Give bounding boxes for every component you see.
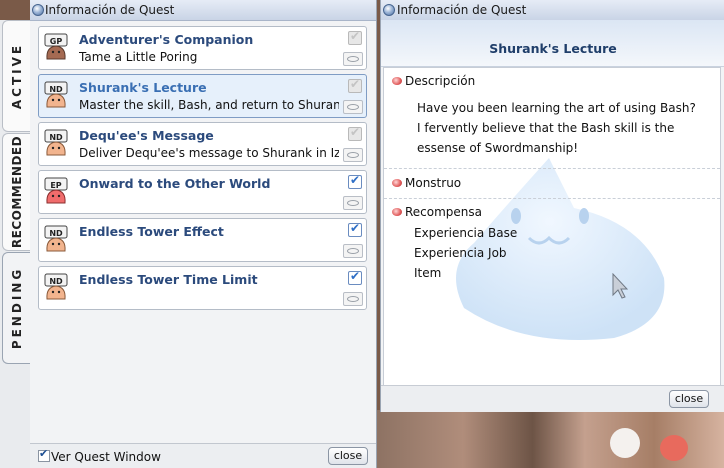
quest-icon-nd: ND [44,81,68,108]
svg-text:ND: ND [49,229,63,238]
divider [384,168,720,169]
view-eye-icon[interactable] [343,196,363,210]
monster-label: Monstruo [405,176,462,190]
detail-footer: close [381,385,724,412]
quest-item[interactable]: EP Onward to the Other World [38,170,367,214]
tab-recommended-label: RECOMMENDED [9,135,24,249]
close-button[interactable]: close [669,390,709,408]
quest-description: Tame a Little Poring [79,50,198,64]
tab-pending-label: PENDING [9,266,24,350]
quest-icon-ep: EP [44,177,68,204]
close-button[interactable]: close [328,447,368,465]
tab-active[interactable]: ACTIVE [2,20,30,132]
window-orb-icon[interactable] [32,4,44,16]
quest-detail-titlebar[interactable]: Información de Quest [381,0,724,21]
reward-label: Recompensa [405,205,483,219]
detail-body: Descripción Have you been learning the a… [383,67,721,387]
quest-item[interactable]: ND Dequ'ee's Message Deliver Dequ'ee's m… [38,122,367,166]
quest-track-checkbox[interactable] [348,221,362,237]
divider [384,198,720,199]
quest-list-footer: Ver Quest Window close [30,443,376,468]
quest-icon-nd: ND [44,273,68,300]
quest-item[interactable]: ND Endless Tower Effect [38,218,367,262]
reward-item: Item [414,266,442,280]
quest-title: Dequ'ee's Message [79,128,214,143]
description-text: Have you been learning the art of using … [417,101,696,155]
quest-list-window: Información de Quest GP Adventurer's Com… [30,0,377,468]
quest-description: Master the skill, Bash, and return to Sh… [79,98,339,112]
detail-header: Shurank's Lecture [381,20,724,67]
window-orb-icon[interactable] [383,4,395,16]
quest-icon-nd: ND [44,129,68,156]
view-eye-icon[interactable] [343,148,363,162]
quest-icon-gp: GP [44,33,68,60]
quest-title: Adventurer's Companion [79,32,254,47]
quest-item[interactable]: GP Adventurer's Companion Tame a Little … [38,26,367,70]
tab-active-label: ACTIVE [9,42,24,110]
scene-dot [660,435,688,461]
quest-title: Endless Tower Effect [79,224,224,239]
quest-title: Onward to the Other World [79,176,271,191]
detail-quest-title: Shurank's Lecture [489,41,617,56]
view-quest-window-label: Ver Quest Window [51,450,161,464]
scene-dot [610,428,640,458]
quest-item-selected[interactable]: ND Shurank's Lecture Master the skill, B… [38,74,367,118]
quest-title: Endless Tower Time Limit [79,272,258,287]
quest-track-checkbox[interactable] [348,269,362,285]
quest-track-checkbox[interactable] [348,29,362,45]
quest-track-checkbox[interactable] [348,125,362,141]
quest-item[interactable]: ND Endless Tower Time Limit [38,266,367,310]
quest-track-checkbox[interactable] [348,77,362,93]
monster-section: Monstruo [384,172,720,198]
view-quest-window-checkbox[interactable] [38,447,50,462]
bullet-icon [392,208,402,216]
quest-list-titlebar[interactable]: Información de Quest [30,0,376,21]
svg-text:ND: ND [49,133,63,142]
description-label: Descripción [405,74,476,88]
svg-text:GP: GP [50,37,63,46]
quest-detail-window: Información de Quest Shurank's Lecture D… [380,0,724,412]
tab-recommended[interactable]: RECOMMENDED [2,133,30,251]
bullet-icon [392,77,402,85]
quest-list: GP Adventurer's Companion Tame a Little … [38,26,367,314]
view-eye-icon[interactable] [343,244,363,258]
view-eye-icon[interactable] [343,52,363,66]
mouse-cursor-icon [612,273,628,299]
reward-item: Experiencia Job [414,246,507,260]
bullet-icon [392,179,402,187]
quest-icon-nd: ND [44,225,68,252]
svg-text:EP: EP [50,181,61,190]
quest-title: Shurank's Lecture [79,80,207,95]
svg-text:ND: ND [49,277,63,286]
window-title: Información de Quest [397,3,527,17]
svg-text:ND: ND [49,85,63,94]
window-title: Información de Quest [45,3,175,17]
view-eye-icon[interactable] [343,292,363,306]
reward-item: Experiencia Base [414,226,518,240]
quest-description: Deliver Dequ'ee's message to Shurank in … [79,146,339,160]
tab-pending[interactable]: PENDING [2,252,30,364]
reward-section: Recompensa Experiencia Base Experiencia … [384,204,720,304]
quest-track-checkbox[interactable] [348,173,362,189]
quest-tabs: ACTIVE RECOMMENDED PENDING [0,20,30,468]
description-section: Descripción Have you been learning the a… [384,68,720,168]
view-eye-icon[interactable] [343,100,363,114]
